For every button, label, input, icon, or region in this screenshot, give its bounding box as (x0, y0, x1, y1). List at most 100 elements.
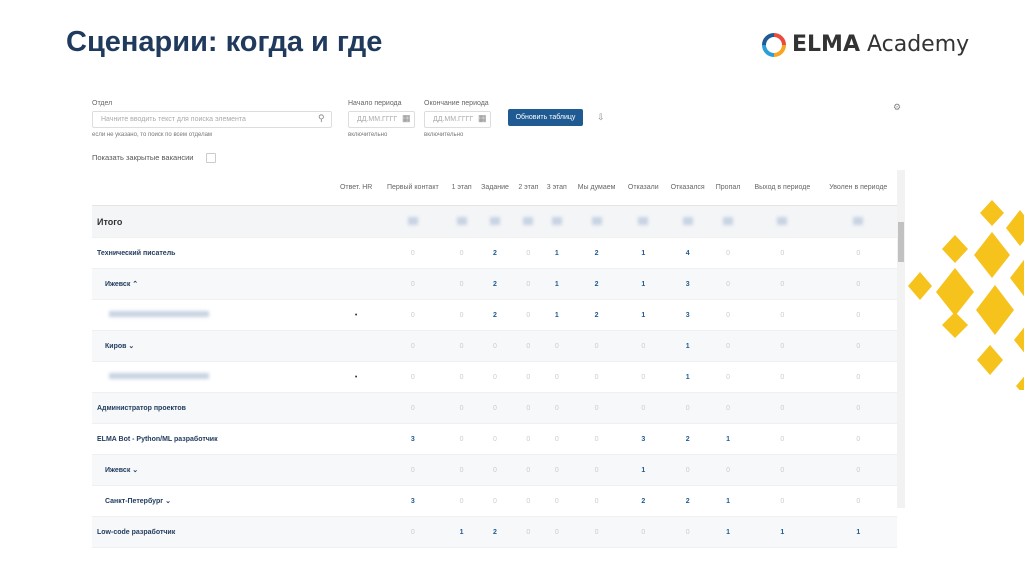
value-cell: 0 (542, 485, 572, 517)
total-cell (514, 205, 543, 238)
value-cell[interactable]: 1 (622, 299, 665, 331)
department-search-input[interactable]: Начните вводить текст для поиска элемент… (92, 111, 332, 128)
value-cell[interactable]: 1 (542, 268, 572, 300)
total-cell (664, 205, 711, 238)
row-name[interactable]: Санкт-Петербург ⌄ (92, 485, 334, 517)
end-label: Окончание периода (424, 100, 489, 107)
value-cell[interactable]: 2 (664, 485, 711, 517)
table-row[interactable]: Ижевск ⌃ 0 0 2 0 1 2 1 3 0 0 0 (92, 268, 897, 300)
column-header[interactable]: Выход в периоде (745, 170, 820, 206)
column-header[interactable]: Пропал (710, 170, 746, 206)
table-row[interactable]: Low-code разработчик 0 1 2 0 0 0 0 0 1 1 1 (92, 516, 897, 548)
value-cell: 0 (622, 516, 665, 548)
row-name[interactable]: Киров ⌄ (92, 330, 334, 362)
value-cell[interactable]: 1 (622, 237, 665, 269)
value-cell[interactable]: 1 (542, 299, 572, 331)
value-cell[interactable]: 1 (710, 485, 746, 517)
total-cell (710, 205, 746, 238)
value-cell[interactable]: 2 (571, 299, 623, 331)
value-cell[interactable]: 1 (745, 516, 820, 548)
blurred-value (591, 216, 602, 225)
vacancy-table: Ответ. HR Первый контакт 1 этап Задание 2 эт… (92, 170, 897, 548)
column-header[interactable]: 3 этап (542, 170, 572, 206)
hr-cell (334, 485, 379, 517)
column-header[interactable]: Ответ. HR (334, 170, 379, 206)
value-cell: 0 (542, 392, 572, 424)
value-cell: 0 (571, 423, 623, 455)
value-cell: 0 (542, 516, 572, 548)
value-cell[interactable]: 1 (710, 423, 746, 455)
value-cell: 0 (745, 299, 820, 331)
value-cell: 0 (745, 237, 820, 269)
calendar-icon[interactable]: ▦ (478, 113, 487, 124)
value-cell[interactable]: 2 (475, 299, 515, 331)
column-header[interactable]: Задание (475, 170, 515, 206)
column-header[interactable]: Первый контакт (378, 170, 448, 206)
value-cell[interactable]: 1 (664, 361, 711, 393)
blurred-value (456, 216, 467, 225)
column-header[interactable]: Отказался (664, 170, 711, 206)
hr-cell (334, 330, 379, 362)
value-cell[interactable]: 4 (664, 237, 711, 269)
row-name[interactable]: Ижевск ⌃ (92, 268, 334, 300)
value-cell[interactable]: 1 (710, 516, 746, 548)
table-row[interactable]: Технический писатель 0 0 2 0 1 2 1 4 0 0 0 (92, 237, 897, 269)
row-name[interactable]: Администратор проектов (92, 392, 334, 424)
blurred-value (407, 216, 418, 225)
value-cell[interactable]: 1 (819, 516, 897, 548)
value-cell: 0 (447, 330, 476, 362)
value-cell[interactable]: 2 (475, 268, 515, 300)
gear-icon[interactable]: ⚙ (893, 102, 901, 113)
value-cell: 0 (447, 423, 476, 455)
value-cell: 0 (378, 330, 448, 362)
value-cell: 0 (447, 299, 476, 331)
row-name[interactable]: Low-code разработчик (92, 516, 334, 548)
value-cell: 0 (571, 361, 623, 393)
value-cell[interactable]: 1 (447, 516, 476, 548)
row-name[interactable]: ELMA Bot - Python/ML разработчик (92, 423, 334, 455)
column-header[interactable]: Уволен в периоде (819, 170, 897, 206)
value-cell: 0 (710, 454, 746, 486)
show-closed-checkbox[interactable] (206, 153, 216, 163)
column-header[interactable]: Мы думаем (571, 170, 623, 206)
value-cell[interactable]: 3 (378, 485, 448, 517)
value-cell[interactable]: 3 (378, 423, 448, 455)
table-row[interactable]: Администратор проектов 0 0 0 0 0 0 0 0 0 0 0 (92, 392, 897, 424)
export-icon[interactable]: ⇩ (597, 112, 605, 123)
hr-cell (334, 268, 379, 300)
value-cell[interactable]: 2 (571, 237, 623, 269)
column-header[interactable]: 1 этап (447, 170, 476, 206)
value-cell[interactable]: 2 (622, 485, 665, 517)
start-label: Начало периода (348, 100, 402, 107)
value-cell[interactable]: 3 (664, 299, 711, 331)
value-cell: 0 (745, 423, 820, 455)
column-header[interactable]: Отказали (622, 170, 665, 206)
value-cell[interactable]: 2 (571, 268, 623, 300)
table-row[interactable]: Киров ⌄ 0 0 0 0 0 0 0 1 0 0 0 (92, 330, 897, 362)
value-cell[interactable]: 1 (542, 237, 572, 269)
value-cell: 0 (514, 423, 543, 455)
value-cell[interactable]: 2 (475, 237, 515, 269)
value-cell[interactable]: 1 (622, 268, 665, 300)
value-cell[interactable]: 3 (622, 423, 665, 455)
table-row[interactable]: Санкт-Петербург ⌄ 3 0 0 0 0 0 2 2 1 0 0 (92, 485, 897, 517)
value-cell[interactable]: 1 (622, 454, 665, 486)
value-cell: 0 (819, 330, 897, 362)
table-row[interactable]: ELMA Bot - Python/ML разработчик 3 0 0 0 0 0 3 2… (92, 423, 897, 455)
table-row[interactable]: Ижевск ⌄ 0 0 0 0 0 0 1 0 0 0 0 (92, 454, 897, 486)
row-name[interactable]: Ижевск ⌄ (92, 454, 334, 486)
calendar-icon[interactable]: ▦ (402, 113, 411, 124)
value-cell[interactable]: 2 (475, 516, 515, 548)
value-cell[interactable]: 1 (664, 330, 711, 362)
value-cell: 0 (819, 299, 897, 331)
refresh-table-button[interactable]: Обновить таблицу (508, 109, 583, 126)
column-header[interactable]: 2 этап (514, 170, 543, 206)
value-cell: 0 (819, 423, 897, 455)
table-row[interactable]: • 0 0 0 0 0 0 0 1 0 0 0 (92, 361, 897, 393)
row-name (92, 361, 334, 393)
value-cell[interactable]: 2 (664, 423, 711, 455)
table-row[interactable]: • 0 0 2 0 1 2 1 3 0 0 0 (92, 299, 897, 331)
value-cell: 0 (571, 392, 623, 424)
value-cell[interactable]: 3 (664, 268, 711, 300)
row-name[interactable]: Технический писатель (92, 237, 334, 269)
